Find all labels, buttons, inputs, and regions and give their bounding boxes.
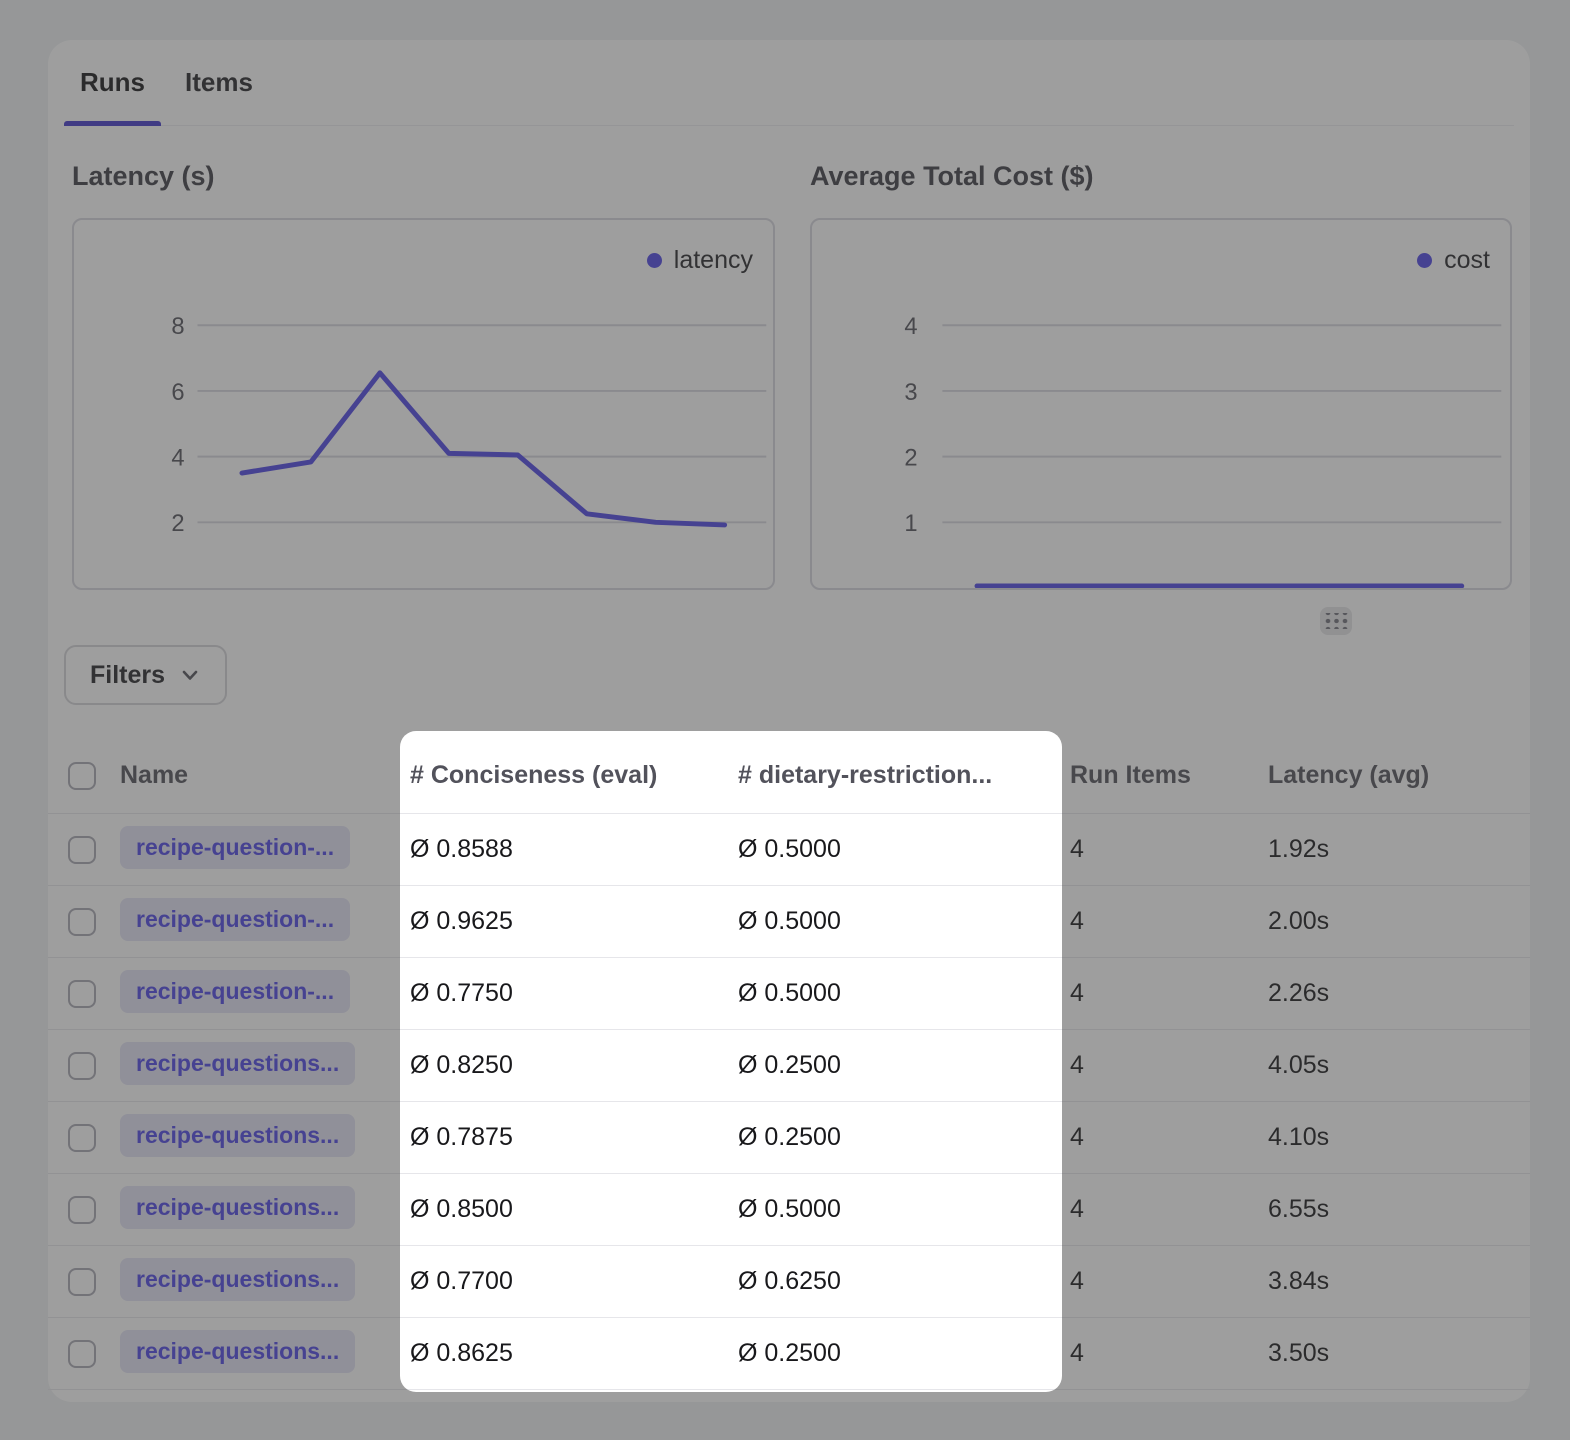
svg-text:8: 8 bbox=[171, 314, 184, 340]
runs-table: Name # Conciseness (eval) # dietary-rest… bbox=[48, 738, 1530, 1390]
latency-legend-dot-icon bbox=[647, 253, 662, 268]
conciseness-value: Ø 0.8500 bbox=[410, 1195, 738, 1224]
dietary-value: Ø 0.2500 bbox=[738, 1123, 1070, 1152]
run-name-badge[interactable]: recipe-questions... bbox=[120, 1042, 355, 1085]
latency-value: 2.00s bbox=[1268, 907, 1530, 936]
dietary-value: Ø 0.5000 bbox=[738, 907, 1070, 936]
row-checkbox[interactable] bbox=[68, 1196, 96, 1224]
column-header-run-items[interactable]: Run Items bbox=[1070, 761, 1268, 790]
cost-legend-dot-icon bbox=[1417, 253, 1432, 268]
dietary-value: Ø 0.6250 bbox=[738, 1267, 1070, 1296]
svg-text:2: 2 bbox=[904, 446, 917, 472]
row-checkbox[interactable] bbox=[68, 1124, 96, 1152]
run-items-value: 4 bbox=[1070, 1195, 1268, 1224]
latency-line-chart: 8 6 4 2 bbox=[74, 220, 773, 588]
run-name-badge[interactable]: recipe-questions... bbox=[120, 1330, 355, 1373]
cost-legend: cost bbox=[1417, 246, 1490, 275]
dietary-value: Ø 0.2500 bbox=[738, 1339, 1070, 1368]
chevron-down-icon bbox=[179, 664, 201, 686]
conciseness-value: Ø 0.8588 bbox=[410, 835, 738, 864]
svg-text:4: 4 bbox=[904, 314, 917, 340]
filters-button[interactable]: Filters bbox=[64, 645, 227, 705]
tab-runs-label: Runs bbox=[80, 67, 145, 98]
run-items-value: 4 bbox=[1070, 979, 1268, 1008]
cost-chart-title: Average Total Cost ($) bbox=[810, 161, 1094, 192]
tab-items[interactable]: Items bbox=[169, 40, 269, 125]
dietary-value: Ø 0.2500 bbox=[738, 1051, 1070, 1080]
svg-text:1: 1 bbox=[904, 511, 917, 537]
row-checkbox[interactable] bbox=[68, 1268, 96, 1296]
conciseness-value: Ø 0.7875 bbox=[410, 1123, 738, 1152]
section-resize-handle[interactable] bbox=[1320, 607, 1352, 635]
table-row[interactable]: recipe-questions... Ø 0.7700 Ø 0.6250 4 … bbox=[48, 1246, 1530, 1318]
table-row[interactable]: recipe-question-... Ø 0.7750 Ø 0.5000 4 … bbox=[48, 958, 1530, 1030]
conciseness-value: Ø 0.7750 bbox=[410, 979, 738, 1008]
cost-chart: 4 3 2 1 cost bbox=[810, 218, 1512, 590]
latency-value: 3.50s bbox=[1268, 1339, 1530, 1368]
latency-value: 4.05s bbox=[1268, 1051, 1530, 1080]
svg-text:2: 2 bbox=[171, 511, 184, 537]
dietary-value: Ø 0.5000 bbox=[738, 1195, 1070, 1224]
column-header-latency[interactable]: Latency (avg) bbox=[1268, 761, 1530, 790]
tab-runs[interactable]: Runs bbox=[64, 40, 161, 125]
latency-legend-label: latency bbox=[674, 246, 753, 275]
row-checkbox[interactable] bbox=[68, 908, 96, 936]
dietary-value: Ø 0.5000 bbox=[738, 979, 1070, 1008]
grip-dots-icon bbox=[1324, 613, 1349, 629]
run-items-value: 4 bbox=[1070, 835, 1268, 864]
dietary-value: Ø 0.5000 bbox=[738, 835, 1070, 864]
run-items-value: 4 bbox=[1070, 907, 1268, 936]
row-checkbox[interactable] bbox=[68, 836, 96, 864]
cost-legend-label: cost bbox=[1444, 246, 1490, 275]
table-row[interactable]: recipe-questions... Ø 0.8250 Ø 0.2500 4 … bbox=[48, 1030, 1530, 1102]
latency-value: 4.10s bbox=[1268, 1123, 1530, 1152]
run-items-value: 4 bbox=[1070, 1123, 1268, 1152]
table-row[interactable]: recipe-question-... Ø 0.9625 Ø 0.5000 4 … bbox=[48, 886, 1530, 958]
latency-value: 2.26s bbox=[1268, 979, 1530, 1008]
row-checkbox[interactable] bbox=[68, 1052, 96, 1080]
run-items-value: 4 bbox=[1070, 1339, 1268, 1368]
select-all-checkbox[interactable] bbox=[68, 762, 96, 790]
run-name-badge[interactable]: recipe-questions... bbox=[120, 1114, 355, 1157]
conciseness-value: Ø 0.9625 bbox=[410, 907, 738, 936]
runs-panel: Runs Items Latency (s) Average Total Cos… bbox=[48, 40, 1530, 1402]
run-name-badge[interactable]: recipe-questions... bbox=[120, 1186, 355, 1229]
run-items-value: 4 bbox=[1070, 1051, 1268, 1080]
filters-button-label: Filters bbox=[90, 661, 165, 690]
table-header-row: Name # Conciseness (eval) # dietary-rest… bbox=[48, 738, 1530, 814]
run-name-badge[interactable]: recipe-question-... bbox=[120, 898, 350, 941]
row-checkbox[interactable] bbox=[68, 980, 96, 1008]
latency-chart: 8 6 4 2 latency bbox=[72, 218, 775, 590]
run-items-value: 4 bbox=[1070, 1267, 1268, 1296]
table-row[interactable]: recipe-questions... Ø 0.7875 Ø 0.2500 4 … bbox=[48, 1102, 1530, 1174]
conciseness-value: Ø 0.8625 bbox=[410, 1339, 738, 1368]
svg-text:6: 6 bbox=[171, 380, 184, 406]
run-name-badge[interactable]: recipe-question-... bbox=[120, 970, 350, 1013]
conciseness-value: Ø 0.7700 bbox=[410, 1267, 738, 1296]
column-header-name[interactable]: Name bbox=[120, 761, 410, 790]
latency-chart-title: Latency (s) bbox=[72, 161, 215, 192]
cost-line-chart: 4 3 2 1 bbox=[812, 220, 1510, 588]
latency-value: 1.92s bbox=[1268, 835, 1530, 864]
tab-items-label: Items bbox=[185, 67, 253, 98]
column-header-conciseness[interactable]: # Conciseness (eval) bbox=[410, 761, 738, 790]
latency-value: 6.55s bbox=[1268, 1195, 1530, 1224]
table-row[interactable]: recipe-questions... Ø 0.8625 Ø 0.2500 4 … bbox=[48, 1318, 1530, 1390]
row-checkbox[interactable] bbox=[68, 1340, 96, 1368]
latency-legend: latency bbox=[647, 246, 753, 275]
latency-value: 3.84s bbox=[1268, 1267, 1530, 1296]
table-row[interactable]: recipe-question-... Ø 0.8588 Ø 0.5000 4 … bbox=[48, 814, 1530, 886]
conciseness-value: Ø 0.8250 bbox=[410, 1051, 738, 1080]
svg-text:3: 3 bbox=[904, 380, 917, 406]
column-header-dietary[interactable]: # dietary-restriction... bbox=[738, 761, 1070, 790]
run-name-badge[interactable]: recipe-question-... bbox=[120, 826, 350, 869]
tab-bar: Runs Items bbox=[64, 40, 1514, 126]
svg-text:4: 4 bbox=[171, 446, 184, 472]
table-row[interactable]: recipe-questions... Ø 0.8500 Ø 0.5000 4 … bbox=[48, 1174, 1530, 1246]
run-name-badge[interactable]: recipe-questions... bbox=[120, 1258, 355, 1301]
